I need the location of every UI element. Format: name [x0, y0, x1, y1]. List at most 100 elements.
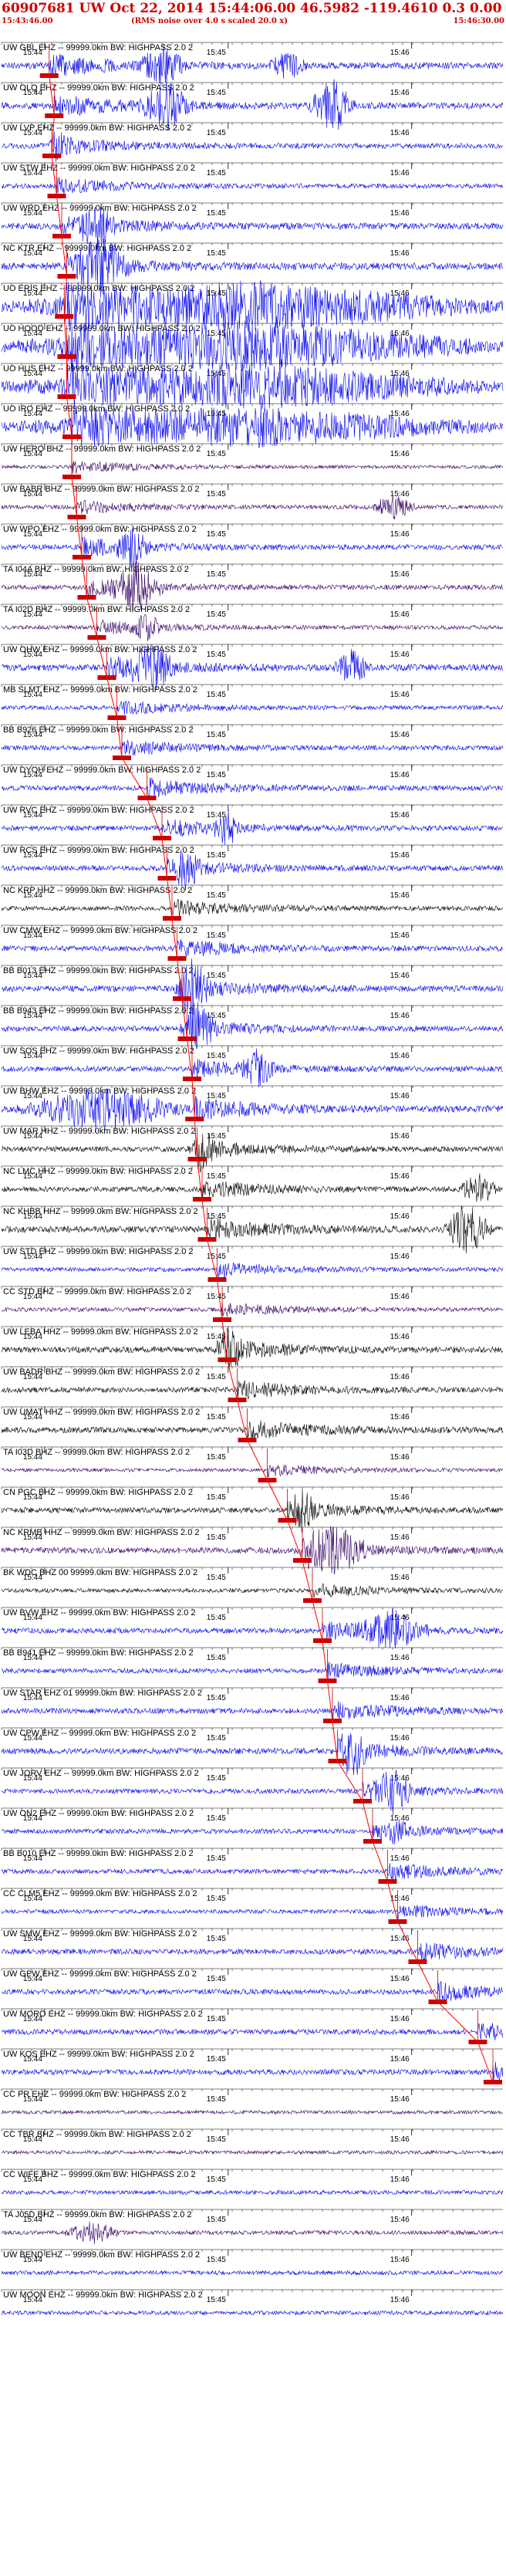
- waveform: [1, 898, 504, 918]
- station-label: UW GBL EHZ -- 99999.0km BW: HIGHPASS 2.0…: [3, 43, 193, 52]
- time-tick-label: 15:46: [390, 1453, 410, 1462]
- time-tick-label: 15:45: [207, 1293, 226, 1301]
- station-label: CC CLM5 EHZ -- 99999.0km BW: HIGHPASS 2.…: [3, 1889, 197, 1898]
- time-tick-label: 15:46: [390, 2175, 410, 2184]
- time-tick-label: 15:46: [390, 1092, 410, 1100]
- trace: 15:44 15:45 15:46TA I03D BHZ -- 99999.0km …: [1, 1446, 503, 1482]
- time-tick-label: 15:46: [390, 610, 410, 619]
- trace: 15:44 15:45 15:46CC WIFE BHZ -- 99999.0km …: [1, 2169, 504, 2196]
- time-tick-label: 15:46: [390, 1694, 410, 1702]
- time-tick-label: 15:46: [390, 249, 410, 258]
- time-tick-label: 15:45: [207, 410, 226, 418]
- time-tick-label: 15:46: [390, 771, 410, 779]
- station-label: BB B943 EHZ -- 99999.0km BW: HIGHPASS 2.…: [3, 1006, 194, 1016]
- station-label: UW SOS EHZ -- 99999.0km BW: HIGHPASS 2.0…: [3, 1046, 194, 1056]
- time-tick-label: 15:45: [207, 851, 226, 860]
- station-label: UW STW EHZ -- 99999.0km BW: HIGHPASS 2.0…: [3, 164, 195, 173]
- time-tick-label: 15:45: [207, 2095, 226, 2104]
- waveform: [1, 1905, 504, 1920]
- time-tick-label: 15:45: [207, 2256, 226, 2264]
- trace: 15:44 15:45 15:46UW BADR BHZ -- 99999.0km …: [1, 1366, 504, 1402]
- time-tick-label: 15:45: [207, 1212, 226, 1221]
- time-tick-label: 15:45: [207, 931, 226, 940]
- time-tick-label: 15:45: [207, 771, 226, 779]
- time-tick-label: 15:46: [390, 1293, 410, 1301]
- trace: 15:44 15:45 15:46UW OHW EHZ -- 99999.0km B…: [1, 644, 504, 691]
- trace: 15:44 15:45 15:46UW SOS EHZ -- 99999.0km B…: [1, 1045, 504, 1088]
- station-label: UW KOS EHZ -- 99999.0km BW: HIGHPASS 2.0…: [3, 2050, 194, 2059]
- time-tick-label: 15:46: [390, 530, 410, 539]
- station-label: UW RCS EHZ -- 99999.0km BW: HIGHPASS 2.0…: [3, 846, 194, 855]
- time-tick-label: 15:45: [207, 2135, 226, 2144]
- trace: 15:44 15:45 15:46UW KOS EHZ -- 99999.0km B…: [1, 2048, 504, 2084]
- trace: 15:44 15:45 15:46NC LMC HHZ -- 99999.0km B…: [1, 1165, 504, 1202]
- time-tick-label: 15:46: [390, 2055, 410, 2064]
- trace: 15:44 15:45 15:46UW STW EHZ -- 99999.0km B…: [1, 162, 504, 198]
- time-tick-label: 15:46: [390, 1253, 410, 1261]
- trace: 15:44 15:45 15:46BB B943 EHZ -- 99999.0km …: [1, 1002, 504, 1050]
- trace: 15:44 15:45 15:46BK WDC BHZ 00 99999.0km B…: [1, 1567, 504, 1603]
- station-label: MB SLMT EHZ -- 99999.0km BW: HIGHPASS 2.…: [3, 685, 197, 695]
- header-end-time: 15:46:30.00: [453, 17, 504, 25]
- station-label: BB B926 EHZ -- 99999.0km BW: HIGHPASS 2.…: [3, 725, 194, 735]
- trace: 15:44 15:45 15:46UW CMW EHZ -- 99999.0km B…: [1, 925, 504, 961]
- time-tick-label: 15:45: [207, 1814, 226, 1823]
- time-tick-label: 15:45: [207, 450, 226, 458]
- time-tick-label: 15:46: [390, 1774, 410, 1783]
- time-tick-label: 15:46: [390, 1172, 410, 1181]
- traces-group: 15:44 15:45 15:46UW GBL EHZ -- 99999.0km B…: [1, 42, 504, 2316]
- time-tick-label: 15:46: [390, 1975, 410, 1983]
- time-tick-label: 15:45: [207, 530, 226, 539]
- trace: 15:44 15:45 15:46BB B941 EHZ -- 99999.0km …: [1, 1647, 504, 1683]
- station-label: UW CMW EHZ -- 99999.0km BW: HIGHPASS 2.0…: [3, 926, 197, 935]
- waveform: [1, 938, 504, 958]
- station-label: UW OLQ EHZ -- 99999.0km BW: HIGHPASS 2.0…: [3, 83, 194, 93]
- station-label: UW CPW EHZ -- 99999.0km BW: HIGHPASS 2.0…: [3, 1729, 196, 1738]
- waveform: [1, 461, 504, 474]
- moveout-line: [49, 75, 494, 2083]
- waveform: [1, 1464, 503, 1478]
- station-label: UW BADR BHZ -- 99999.0km BW: HIGHPASS 2.…: [3, 1367, 200, 1377]
- time-tick-label: 15:45: [207, 330, 226, 338]
- time-tick-label: 15:45: [207, 1172, 226, 1181]
- trace: 15:44 15:45 15:46UW LEBA HHZ -- 99999.0km …: [1, 1326, 504, 1368]
- station-label: UW BHW EHZ -- 99999.0km BW: HIGHPASS 2.0…: [3, 1087, 196, 1096]
- time-tick-label: 15:45: [207, 691, 226, 699]
- time-tick-label: 15:46: [390, 931, 410, 940]
- time-tick-label: 15:45: [207, 731, 226, 739]
- time-tick-label: 15:46: [390, 450, 410, 458]
- time-tick-label: 15:45: [207, 2296, 226, 2304]
- station-label: CC TBR BHZ -- 99999.0km BW: HIGHPASS 2.0…: [3, 2130, 191, 2139]
- station-label: NC KRP HHZ -- 99999.0km BW: HIGHPASS 2.0…: [3, 886, 192, 895]
- time-tick-label: 15:45: [207, 1012, 226, 1020]
- time-tick-label: 15:45: [207, 1092, 226, 1100]
- time-tick-label: 15:46: [390, 1493, 410, 1502]
- station-label: CC STD BHZ -- 99999.0km BW: HIGHPASS 2.0…: [3, 1287, 191, 1296]
- time-tick-label: 15:45: [207, 1533, 226, 1542]
- trace: 15:44 15:45 15:46UW RVC EHZ -- 99999.0km B…: [1, 804, 504, 846]
- trace: 15:44 15:45 15:46UW MAR HHZ -- 99999.0km B…: [1, 1125, 504, 1173]
- trace: 15:44 15:45 15:46UW WPO EHZ -- 99999.0km B…: [1, 523, 504, 568]
- station-label: TA J05D BHZ -- 99999.0km BW: HIGHPASS 2.…: [3, 2210, 192, 2219]
- station-label: UW GPW EHZ -- 99999.0km BW: HIGHPASS 2.0…: [3, 1969, 197, 1979]
- trace: 15:44 15:45 15:46UW WRD EHZ -- 99999.0km B…: [1, 202, 504, 249]
- time-tick-label: 15:46: [390, 1734, 410, 1743]
- station-label: UW DYOH EHZ -- 99999.0km BW: HIGHPASS 2.…: [3, 766, 201, 775]
- time-tick-label: 15:46: [390, 2256, 410, 2264]
- waveform: [1, 1863, 504, 1881]
- trace: 15:44 15:45 15:46UW LVP EHZ -- 99999.0km B…: [1, 122, 504, 162]
- waveform: [1, 2023, 504, 2040]
- time-tick-label: 15:45: [207, 1854, 226, 1863]
- trace: 15:44 15:45 15:46CC STD BHZ -- 99999.0km B…: [1, 1286, 504, 1322]
- trace: 15:44 15:45 15:46CC PR EHZ -- 99999.0km BW…: [1, 2088, 504, 2115]
- time-tick-label: 15:46: [390, 169, 410, 177]
- trace: 15:44 15:45 15:46UW STAR EHZ 01 99999.0km …: [1, 1687, 504, 1723]
- waveform: [1, 177, 504, 194]
- time-tick-label: 15:46: [390, 2296, 410, 2304]
- time-tick-label: 15:45: [207, 610, 226, 619]
- waveform: [1, 1263, 504, 1278]
- waveform: [1, 700, 504, 715]
- station-label: TA I02D BHZ -- 99999.0km BW: HIGHPASS 2.…: [3, 605, 190, 614]
- time-tick-label: 15:45: [207, 1493, 226, 1502]
- trace: 15:44 15:45 15:46UW HERO BHZ -- 99999.0km …: [1, 443, 504, 479]
